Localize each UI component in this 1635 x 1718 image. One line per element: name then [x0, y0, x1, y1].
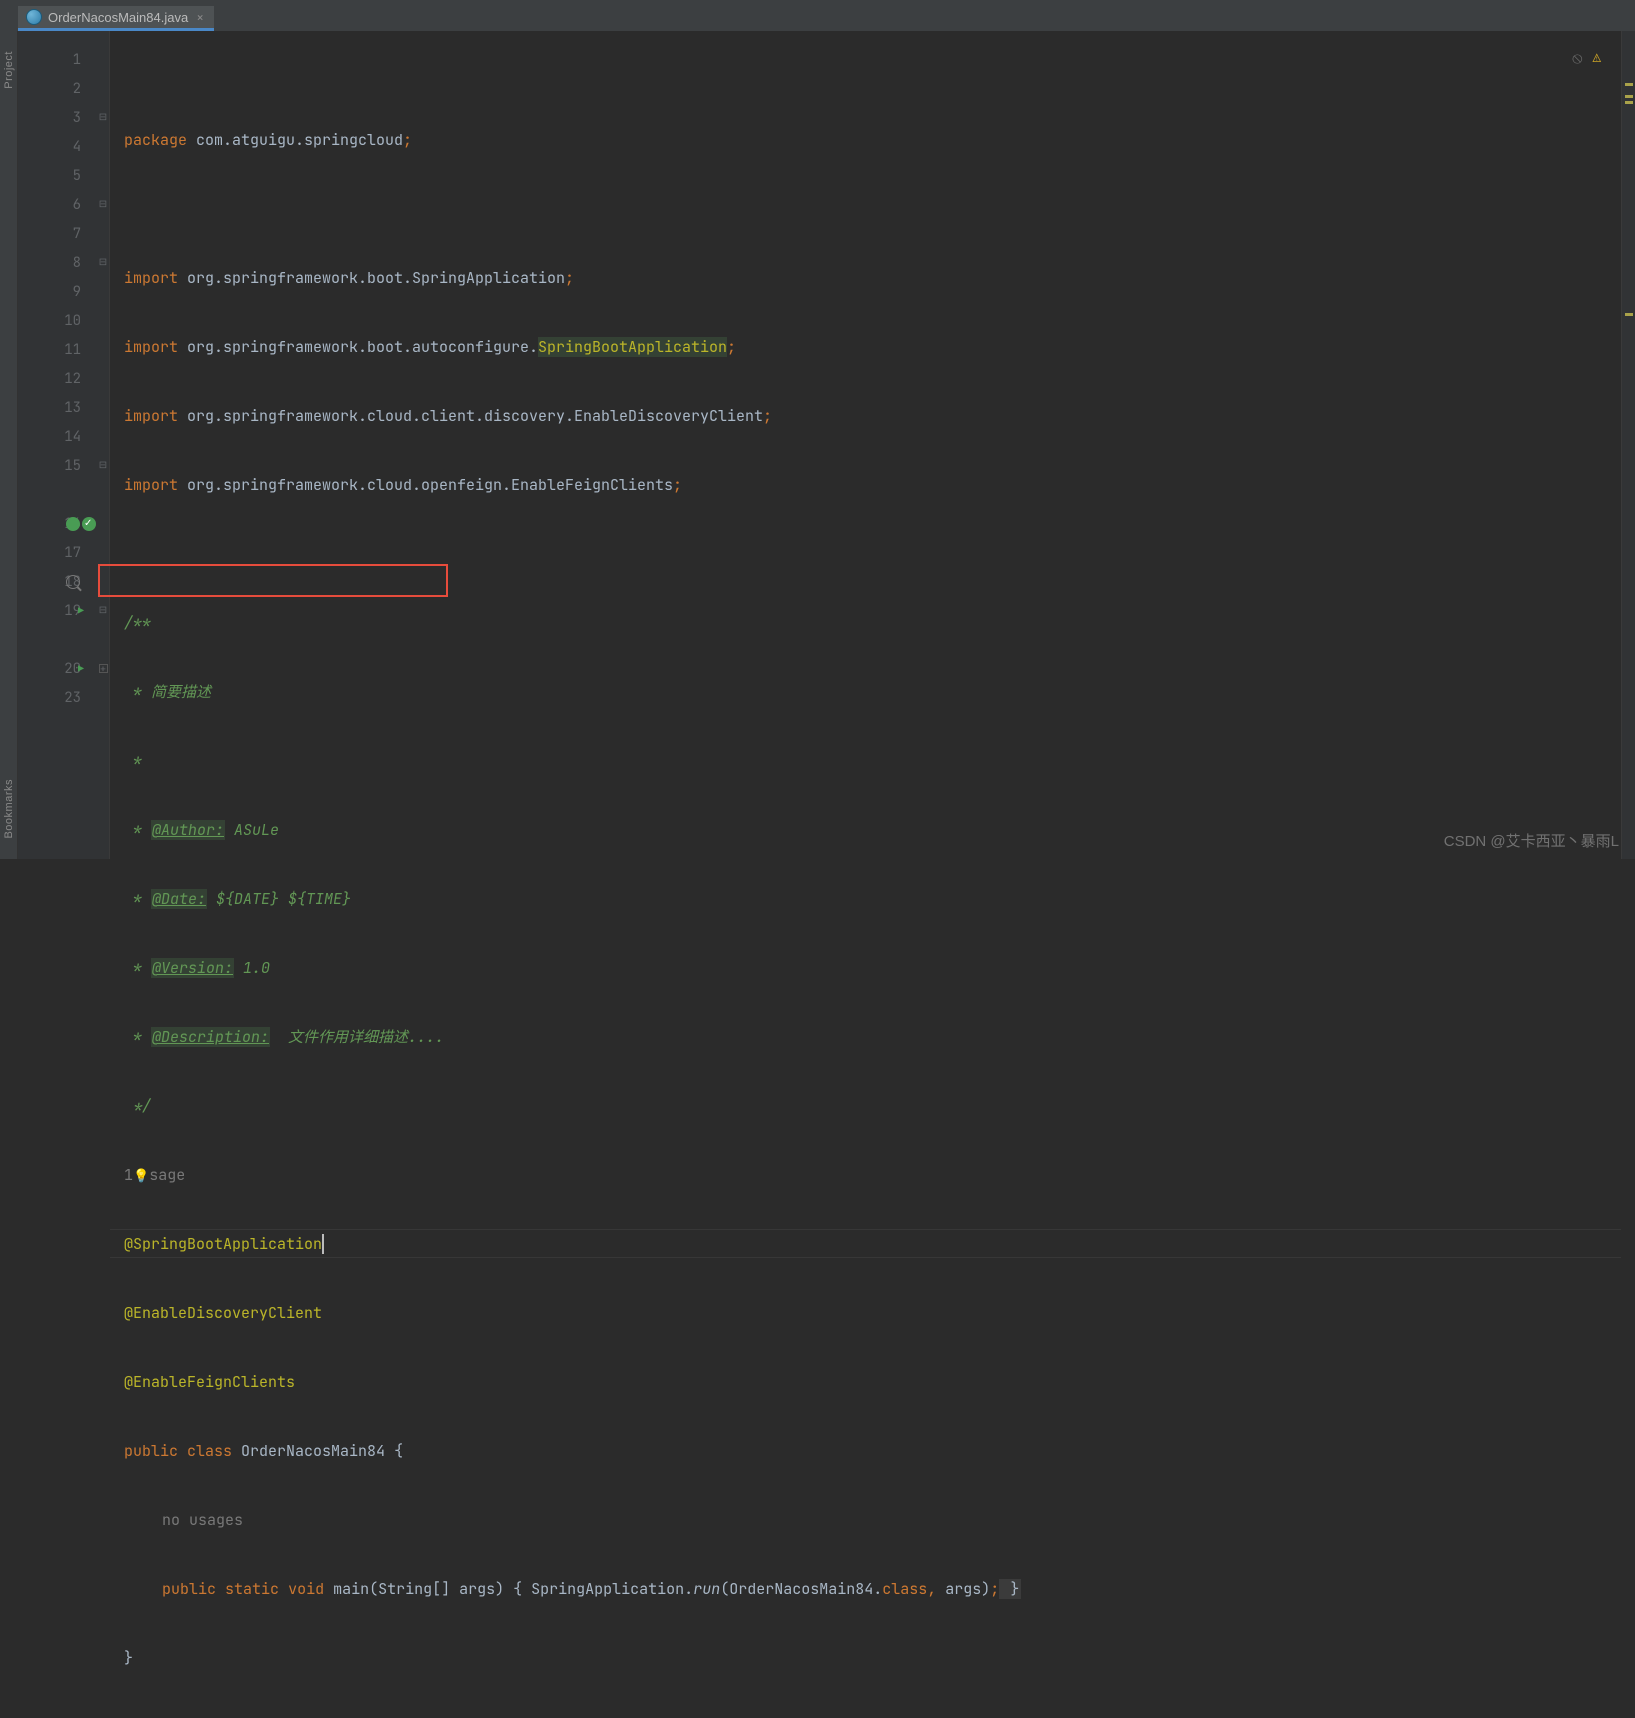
- gutter: 1 2 3⊟ 4 5 6⊟ 7 8⊟ 9 10 11 12 13 14 15⊟ …: [18, 31, 110, 859]
- run-icon: ▶: [78, 604, 84, 617]
- usage-hint[interactable]: no usages: [110, 1505, 1621, 1534]
- line-number: 2: [73, 80, 81, 98]
- line-number: 5: [73, 167, 81, 185]
- text-caret: [322, 1234, 324, 1254]
- gutter-run-icon[interactable]: ▶: [78, 604, 84, 617]
- line-number: 7: [73, 225, 81, 243]
- java-class-icon: [26, 9, 42, 25]
- fold-icon[interactable]: ⊟: [97, 257, 109, 269]
- code-line[interactable]: import org.springframework.boot.SpringAp…: [110, 263, 1621, 292]
- bookmarks-tool-button[interactable]: Bookmarks: [3, 779, 15, 839]
- line-number: 12: [64, 370, 81, 388]
- close-icon[interactable]: ×: [194, 9, 206, 26]
- fold-icon[interactable]: ⊟: [97, 605, 109, 617]
- line-number: 1: [73, 51, 81, 69]
- line-number: 8: [73, 254, 81, 272]
- warning-icon[interactable]: ⚠: [1593, 49, 1601, 67]
- code-line[interactable]: }: [110, 1643, 1621, 1672]
- line-number: 6: [73, 196, 81, 214]
- code-line[interactable]: [110, 194, 1621, 223]
- code-line[interactable]: */: [110, 1091, 1621, 1120]
- code-line[interactable]: @EnableFeignClients: [110, 1367, 1621, 1396]
- highlight-box: [98, 564, 448, 597]
- tab-label: OrderNacosMain84.java: [48, 10, 188, 25]
- line-number: 9: [73, 283, 81, 301]
- code-line[interactable]: * 简要描述: [110, 677, 1621, 706]
- line-number: 14: [64, 428, 81, 446]
- code-line[interactable]: package com.atguigu.springcloud;: [110, 125, 1621, 154]
- editor-tab-bar: OrderNacosMain84.java ×: [0, 6, 1635, 31]
- error-stripe[interactable]: [1621, 31, 1635, 859]
- gutter-icons[interactable]: [66, 575, 80, 589]
- code-line[interactable]: [110, 539, 1621, 568]
- code-line[interactable]: import org.springframework.cloud.client.…: [110, 401, 1621, 430]
- fold-icon[interactable]: ⊟: [97, 112, 109, 124]
- line-number: 3: [73, 109, 81, 127]
- code-line[interactable]: * @Date: ${DATE} ${TIME}: [110, 884, 1621, 913]
- line-number: 23: [64, 689, 81, 707]
- file-tab[interactable]: OrderNacosMain84.java ×: [18, 6, 214, 31]
- usage-hint[interactable]: 1💡sage: [110, 1160, 1621, 1189]
- inspection-icons[interactable]: ⦸ ⚠: [1572, 47, 1601, 68]
- project-tool-button[interactable]: Project: [3, 51, 15, 89]
- code-line[interactable]: * @Description: 文件作用详细描述....: [110, 1022, 1621, 1051]
- navigate-icon: [66, 575, 80, 589]
- line-number: 11: [64, 341, 81, 359]
- code-line[interactable]: import org.springframework.boot.autoconf…: [110, 332, 1621, 361]
- code-line[interactable]: public static void main(String[] args) {…: [110, 1574, 1621, 1603]
- bean-icon: [66, 517, 80, 531]
- line-number: 15: [64, 457, 81, 475]
- gutter-run-icon[interactable]: ▶: [78, 662, 84, 675]
- line-number: 17: [64, 544, 81, 562]
- bean-check-icon: [82, 517, 96, 531]
- fold-icon[interactable]: +: [97, 663, 109, 675]
- code-area[interactable]: ⦸ ⚠ package com.atguigu.springcloud; imp…: [110, 31, 1621, 859]
- code-line[interactable]: * @Version: 1.0: [110, 953, 1621, 982]
- code-line[interactable]: /**: [110, 608, 1621, 637]
- code-line[interactable]: import org.springframework.cloud.openfei…: [110, 470, 1621, 499]
- reader-mode-icon[interactable]: ⦸: [1572, 47, 1582, 68]
- bulb-icon[interactable]: 💡: [133, 1167, 149, 1184]
- line-number: 4: [73, 138, 81, 156]
- editor[interactable]: 1 2 3⊟ 4 5 6⊟ 7 8⊟ 9 10 11 12 13 14 15⊟ …: [18, 31, 1635, 859]
- code-line[interactable]: *: [110, 746, 1621, 775]
- gutter-icons[interactable]: [66, 517, 96, 531]
- left-tool-strip: Project Bookmarks: [0, 31, 18, 859]
- fold-icon[interactable]: ⊟: [97, 199, 109, 211]
- line-number: 13: [64, 399, 81, 417]
- line-number: 10: [64, 312, 81, 330]
- watermark: CSDN @艾卡西亚丶暴雨L: [1444, 830, 1619, 851]
- run-icon: ▶: [78, 662, 84, 675]
- fold-icon[interactable]: ⊟: [97, 460, 109, 472]
- code-line[interactable]: public class OrderNacosMain84 {: [110, 1436, 1621, 1465]
- code-line[interactable]: @EnableDiscoveryClient: [110, 1298, 1621, 1327]
- code-line[interactable]: * @Author: ASuLe: [110, 815, 1621, 844]
- code-line[interactable]: @SpringBootApplication: [110, 1229, 1621, 1258]
